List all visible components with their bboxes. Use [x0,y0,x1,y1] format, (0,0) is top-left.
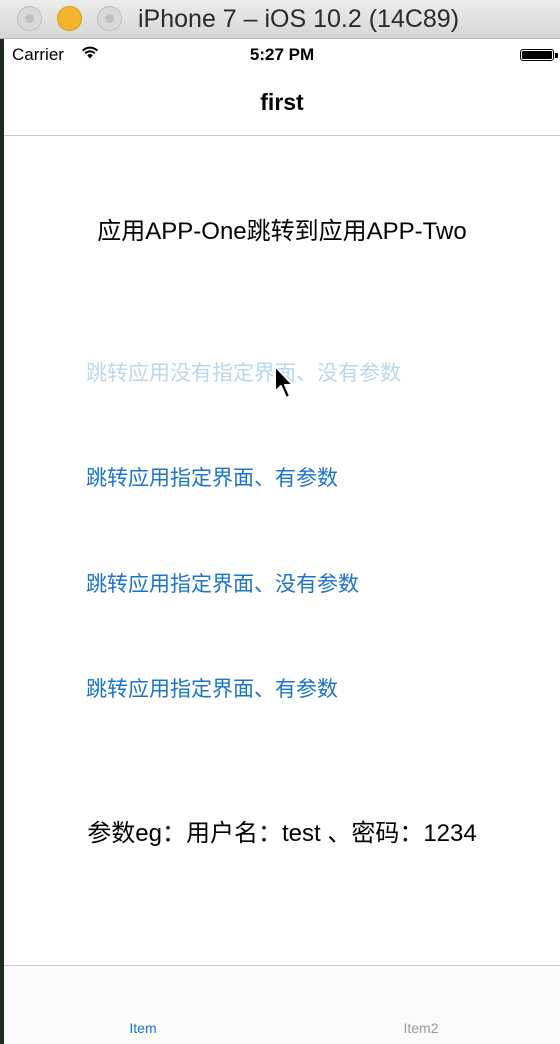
battery-icon [520,49,554,61]
params-example-text: 参数eg：用户名：test 、密码：1234 [87,820,477,847]
status-bar: Carrier 5:27 PM [4,39,560,71]
zoom-window-button[interactable] [97,6,122,31]
simulator-titlebar: iPhone 7 – iOS 10.2 (14C89) [0,0,560,39]
mouse-pointer-icon [274,365,294,399]
status-time: 5:27 PM [249,45,315,64]
tab-bar: Item Item2 [4,965,560,1044]
close-window-button[interactable] [17,6,42,31]
jump-page-with-params-button-2[interactable]: 跳转应用指定界面、有参数 [86,673,338,703]
jump-page-no-params-button[interactable]: 跳转应用指定界面、没有参数 [86,568,359,598]
tab-item[interactable]: Item [4,1020,282,1036]
jump-no-page-no-params-button[interactable]: 跳转应用没有指定界面、没有参数 [86,357,401,387]
tab-item2[interactable]: Item2 [282,1020,560,1036]
device-screen: Carrier 5:27 PM first 应用APP-One跳转到应用APP-… [4,39,560,1044]
window-title: iPhone 7 – iOS 10.2 (14C89) [138,5,460,33]
page-heading: 应用APP-One跳转到应用APP-Two [97,218,467,245]
navigation-bar: first [4,71,560,136]
battery-cap [555,53,558,58]
jump-page-with-params-button[interactable]: 跳转应用指定界面、有参数 [86,462,338,492]
minimize-window-button[interactable] [57,6,82,31]
nav-title: first [260,89,304,115]
